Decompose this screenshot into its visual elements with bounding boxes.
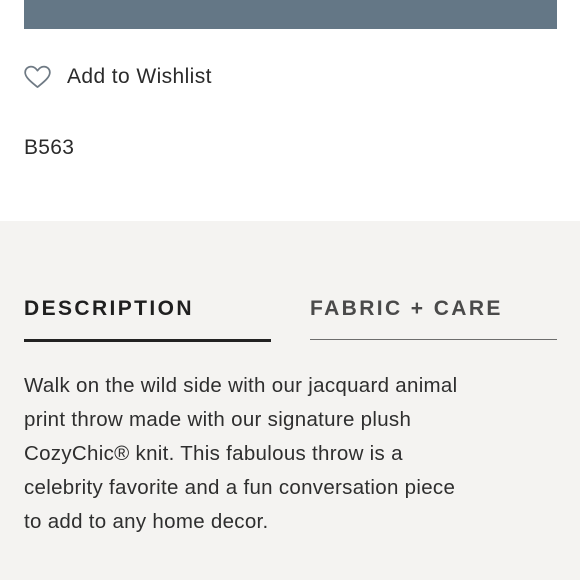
description-line: Walk on the wild side with our jacquard … bbox=[24, 374, 458, 397]
tab-description[interactable]: DESCRIPTION bbox=[24, 295, 271, 342]
add-to-bag-button[interactable] bbox=[24, 0, 557, 29]
tab-fabric-care[interactable]: FABRIC + CARE bbox=[310, 295, 557, 340]
product-sku: B563 bbox=[24, 136, 75, 159]
description-line: to add to any home decor. bbox=[24, 510, 269, 533]
wishlist-label: Add to Wishlist bbox=[67, 65, 212, 88]
heart-outline-icon bbox=[24, 65, 51, 88]
tab-fabric-care-label: FABRIC + CARE bbox=[310, 297, 503, 320]
description-line: celebrity favorite and a fun conversatio… bbox=[24, 476, 456, 499]
tab-description-label: DESCRIPTION bbox=[24, 297, 194, 320]
product-info-panel: DESCRIPTION FABRIC + CARE Walk on the wi… bbox=[0, 221, 580, 580]
description-line: CozyChic® knit. This fabulous throw is a bbox=[24, 442, 403, 465]
product-description: Walk on the wild side with our jacquard … bbox=[24, 369, 554, 539]
description-line: print throw made with our signature plus… bbox=[24, 408, 412, 431]
add-to-wishlist-button[interactable]: Add to Wishlist bbox=[24, 62, 212, 92]
